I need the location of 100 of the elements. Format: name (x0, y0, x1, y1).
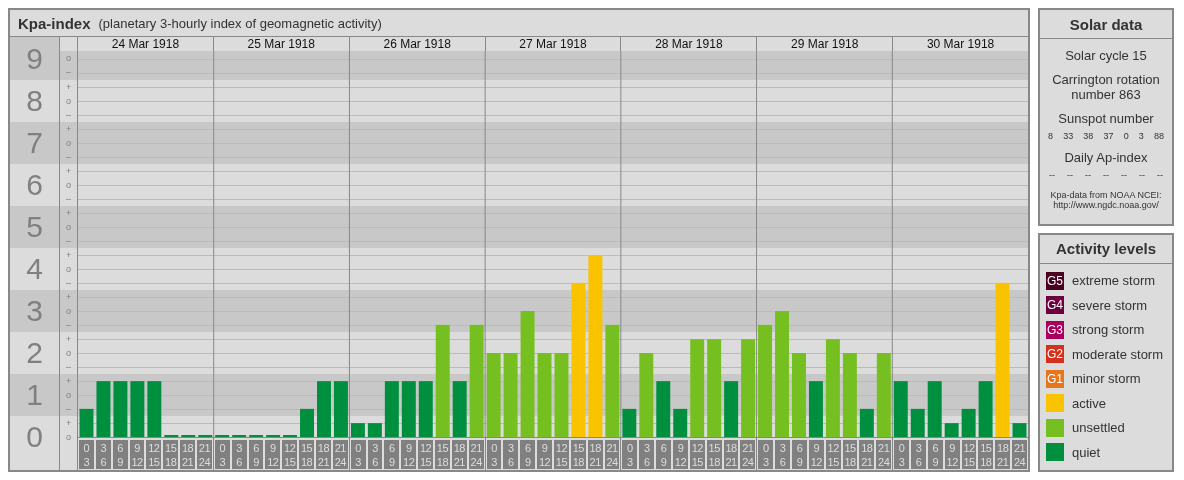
y-tick-label: 2 (26, 338, 43, 368)
time-label: 9 12 (808, 440, 824, 469)
legend-label: moderate storm (1072, 346, 1164, 362)
y-tick-label: 5 (26, 212, 43, 242)
level-badge: G1 (1046, 369, 1064, 388)
bar (859, 408, 874, 437)
time-label: 12 15 (689, 440, 705, 469)
time-label: 12 15 (146, 440, 162, 469)
scale-mark: o (66, 52, 72, 65)
time-label: 9 12 (944, 440, 960, 469)
time-label: 3 6 (95, 440, 111, 469)
time-label: 3 6 (775, 440, 790, 469)
scale-mark: + (66, 417, 72, 430)
legend-label: active (1072, 395, 1106, 411)
y-tick-label: 8 (26, 86, 43, 116)
time-label: 18 21 (723, 440, 739, 469)
bar (401, 381, 416, 437)
time-label: 6 9 (112, 440, 128, 469)
time-label: 18 21 (180, 440, 195, 469)
bar (130, 381, 145, 437)
time-label: 15 18 (299, 440, 314, 469)
time-label: 15 18 (978, 440, 994, 469)
source-url: http://www.ngdc.noaa.gov/ (1052, 200, 1160, 210)
scale-mark: o (66, 263, 72, 276)
bar (673, 408, 688, 437)
scale-mark: + (66, 249, 72, 262)
scale-mark: o (66, 431, 72, 444)
bar (622, 408, 637, 437)
bar (384, 381, 399, 437)
scale-mark: – (66, 193, 72, 206)
scale-mark: o (66, 179, 72, 192)
bar (910, 408, 925, 437)
time-label: 18 21 (859, 440, 875, 469)
panel-title: Solar data (1040, 10, 1172, 39)
time-label: 6 9 (248, 440, 264, 469)
time-label: 12 15 (554, 440, 569, 469)
time-label: 21 24 (876, 440, 892, 469)
level-badge: G4 (1046, 296, 1064, 314)
bar (944, 423, 959, 437)
panel-subtitle: (planetary 3-hourly index of geomagnetic activity) (98, 15, 382, 31)
bar (350, 423, 365, 437)
scale-mark: o (66, 347, 72, 360)
time-label: 9 12 (129, 440, 145, 469)
time-label: 12 15 (961, 440, 977, 469)
time-label: 9 12 (265, 440, 281, 469)
time-label: 0 3 (486, 440, 502, 469)
ap-value: -- (1103, 170, 1109, 180)
ap-value: -- (1157, 170, 1163, 180)
time-label: 18 21 (587, 440, 603, 469)
time-label: 3 6 (503, 440, 519, 469)
sunspot-value: 33 (1063, 131, 1074, 141)
y-tick-label: 9 (26, 43, 43, 74)
bar (418, 381, 433, 437)
bar (452, 381, 467, 437)
y-tick-label: 1 (26, 380, 43, 410)
sunspot-value: 88 (1153, 131, 1164, 141)
sunspot-value: 3 (1138, 131, 1144, 141)
bar (113, 381, 128, 437)
time-label: 12 15 (418, 440, 433, 469)
level-badge: G2 (1046, 345, 1064, 363)
ap-index-title: Daily Ap-index (1063, 150, 1149, 165)
bar (333, 381, 348, 437)
scale-mark: – (66, 109, 72, 122)
bar (978, 381, 993, 437)
time-label: 18 21 (995, 440, 1011, 469)
time-label: 6 9 (384, 440, 400, 469)
legend-label: unsettled (1072, 420, 1125, 435)
time-label: 0 3 (79, 440, 94, 469)
scale-mark: – (66, 277, 72, 290)
scale-mark: + (66, 81, 72, 94)
scale-mark: – (66, 361, 72, 374)
ap-value: -- (1049, 170, 1055, 180)
time-label: 21 24 (1012, 440, 1028, 469)
time-label: 21 24 (468, 440, 484, 469)
y-tick-label: 6 (26, 170, 43, 200)
bar (961, 408, 976, 437)
sunspot-value: 8 (1048, 131, 1054, 141)
time-label: 21 24 (332, 440, 348, 469)
scale-mark: o (66, 95, 72, 108)
bar (808, 381, 823, 437)
source-note: Kpa-data from NOAA NCEI: (1049, 190, 1163, 200)
time-label: 6 9 (656, 440, 671, 469)
level-badge: G3 (1046, 320, 1064, 339)
sunspot-value: 0 (1123, 131, 1129, 141)
panel-title: Activity levels (1040, 234, 1172, 264)
bar (96, 381, 111, 437)
y-tick-label: 7 (26, 128, 43, 158)
scale-mark: – (66, 403, 72, 416)
sunspot-value: 37 (1103, 131, 1114, 141)
time-label: 3 6 (231, 440, 247, 469)
time-label: 9 12 (401, 440, 417, 469)
scale-mark: o (66, 221, 72, 234)
time-label: 0 3 (894, 440, 909, 469)
bar (317, 381, 331, 437)
time-label: 15 18 (570, 440, 586, 469)
time-label: 9 12 (537, 440, 552, 469)
scale-mark: – (66, 319, 72, 332)
time-label: 3 6 (911, 440, 926, 469)
panel-title: Kpa-index (18, 14, 91, 32)
legend-label: quiet (1072, 444, 1101, 460)
